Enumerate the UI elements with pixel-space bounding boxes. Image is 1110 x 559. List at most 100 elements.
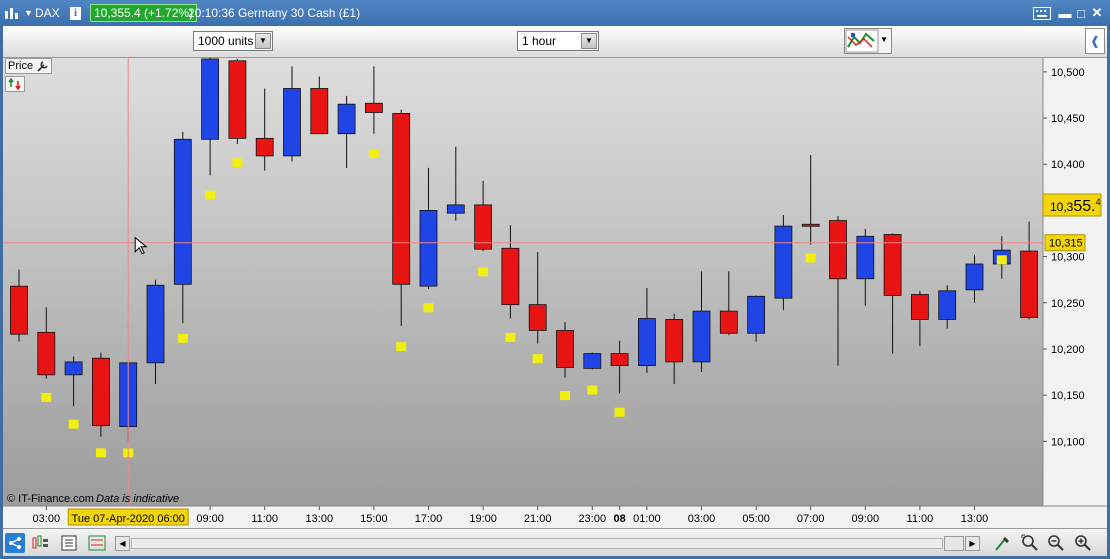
signal-marker <box>41 392 52 402</box>
share-icon[interactable] <box>5 533 25 553</box>
candle-up <box>965 263 984 291</box>
candle-down <box>37 331 56 376</box>
wrench-icon <box>37 60 48 72</box>
scrollbar-thumb[interactable] <box>944 536 964 551</box>
candle-up <box>419 210 438 287</box>
x-tick-label: 09:00 <box>196 513 224 525</box>
signal-marker <box>805 253 816 263</box>
x-tick-label: 03:00 <box>33 513 61 525</box>
candle-down <box>92 357 110 427</box>
candle-down <box>528 304 547 331</box>
chevron-down-icon[interactable]: ▼ <box>255 33 271 49</box>
y-tick-label: 10,150 <box>1051 390 1085 402</box>
candle-down <box>10 285 28 335</box>
candle-up <box>446 204 465 214</box>
candle-up <box>692 310 711 363</box>
signal-marker <box>505 332 516 342</box>
candle-down <box>719 310 738 334</box>
scroll-right-icon[interactable]: ▶ <box>965 536 980 551</box>
x-tick-label: 09:00 <box>852 513 880 525</box>
y-tick-label: 10,200 <box>1051 344 1085 356</box>
reset-chart-button[interactable] <box>5 76 25 92</box>
price-chart[interactable]: 10,10010,15010,20010,25010,30010,35010,4… <box>3 57 1107 528</box>
chevron-down-icon[interactable]: ▼ <box>880 35 888 44</box>
candle-down <box>556 330 574 368</box>
draw-tool-icon[interactable] <box>993 533 1013 553</box>
candle-down <box>228 60 247 139</box>
x-tick-label: 21:00 <box>524 513 552 525</box>
signal-marker <box>996 255 1007 265</box>
disclaimer-text: Data is indicative <box>96 493 179 505</box>
candle-down <box>829 220 847 280</box>
signal-marker <box>587 385 598 395</box>
price-panel-button[interactable]: Price <box>5 58 53 74</box>
signal-marker <box>68 419 79 429</box>
y-tick-label: 10,450 <box>1051 113 1085 125</box>
signal-marker <box>532 354 543 364</box>
candle-down <box>883 234 902 296</box>
instrument-label: 20:10:36 Germany 30 Cash (£1) <box>188 6 361 20</box>
signal-marker <box>232 158 243 168</box>
signal-marker <box>205 190 216 200</box>
signal-marker <box>368 149 379 159</box>
y-tick-label: 10,250 <box>1051 298 1085 310</box>
zoom-in-icon[interactable] <box>1073 533 1093 553</box>
crosshair-price-label: 10,315 <box>1049 238 1083 250</box>
candle-down <box>310 88 329 135</box>
candle-down <box>610 353 629 366</box>
y-tick-label: 10,400 <box>1051 159 1085 171</box>
close-icon[interactable]: ✕ <box>1089 0 1105 26</box>
app-icon[interactable] <box>4 0 20 26</box>
interval-select[interactable]: 1 hour ▼ <box>517 31 599 51</box>
units-select[interactable]: 1000 units ▼ <box>193 31 273 51</box>
signal-marker <box>478 267 489 277</box>
candle-up <box>173 138 192 285</box>
x-tick-label: 13:00 <box>306 513 334 525</box>
candle-up <box>938 290 957 320</box>
time-scrollbar-track[interactable] <box>131 538 943 549</box>
zoom-area-icon[interactable] <box>1020 533 1040 553</box>
candle-up <box>64 361 83 376</box>
chart-layout-icon[interactable] <box>87 533 107 553</box>
signal-marker <box>614 407 625 417</box>
info-icon[interactable]: i <box>70 0 81 26</box>
x-tick-label: 01:00 <box>633 513 661 525</box>
candle-up <box>747 295 765 334</box>
x-tick-label: 05:00 <box>742 513 770 525</box>
keyboard-icon[interactable] <box>1033 0 1051 26</box>
zoom-out-icon[interactable] <box>1046 533 1066 553</box>
chart-toolbar: 1000 units ▼ 1 hour ▼ ▼ ❰ <box>3 26 1107 58</box>
candle-down <box>255 137 274 157</box>
scroll-left-icon[interactable]: ◀ <box>115 536 130 551</box>
crosshair-time-label: Tue 07-Apr-2020 06:00 <box>72 513 185 525</box>
candle-up <box>201 58 220 140</box>
candle-down <box>801 223 820 227</box>
y-tick-label: 10,300 <box>1051 252 1085 264</box>
y-tick-label: 10,100 <box>1051 436 1085 448</box>
data-table-icon[interactable] <box>59 533 79 553</box>
signal-marker <box>423 303 434 313</box>
x-tick-label: 17:00 <box>415 513 443 525</box>
maximize-icon[interactable]: □ <box>1073 0 1089 26</box>
candle-up <box>583 353 602 369</box>
candle-down <box>392 113 411 285</box>
candle-down <box>1020 250 1038 318</box>
candle-down <box>911 294 929 320</box>
indicators-button[interactable]: ▼ <box>844 28 892 54</box>
candle-down <box>364 102 383 113</box>
market-name: DAX <box>35 6 60 20</box>
side-panel-toggle-icon[interactable]: ❰ <box>1085 28 1105 54</box>
signal-marker <box>560 391 570 401</box>
menu-down-icon[interactable]: ▼ <box>24 0 33 26</box>
signal-marker <box>177 333 188 343</box>
candle-up <box>638 318 656 366</box>
candle-up <box>146 284 165 364</box>
minimize-icon[interactable]: ▬ <box>1057 0 1073 26</box>
chevron-down-icon[interactable]: ▼ <box>581 33 597 49</box>
x-tick-label: 23:00 <box>579 513 607 525</box>
indicator-list-icon[interactable] <box>31 533 51 553</box>
chart-area[interactable]: 10,10010,15010,20010,25010,30010,35010,4… <box>3 57 1107 528</box>
candle-up <box>283 88 301 157</box>
chart-indicators-icon <box>845 29 879 53</box>
x-tick-label: 08 <box>613 513 625 525</box>
